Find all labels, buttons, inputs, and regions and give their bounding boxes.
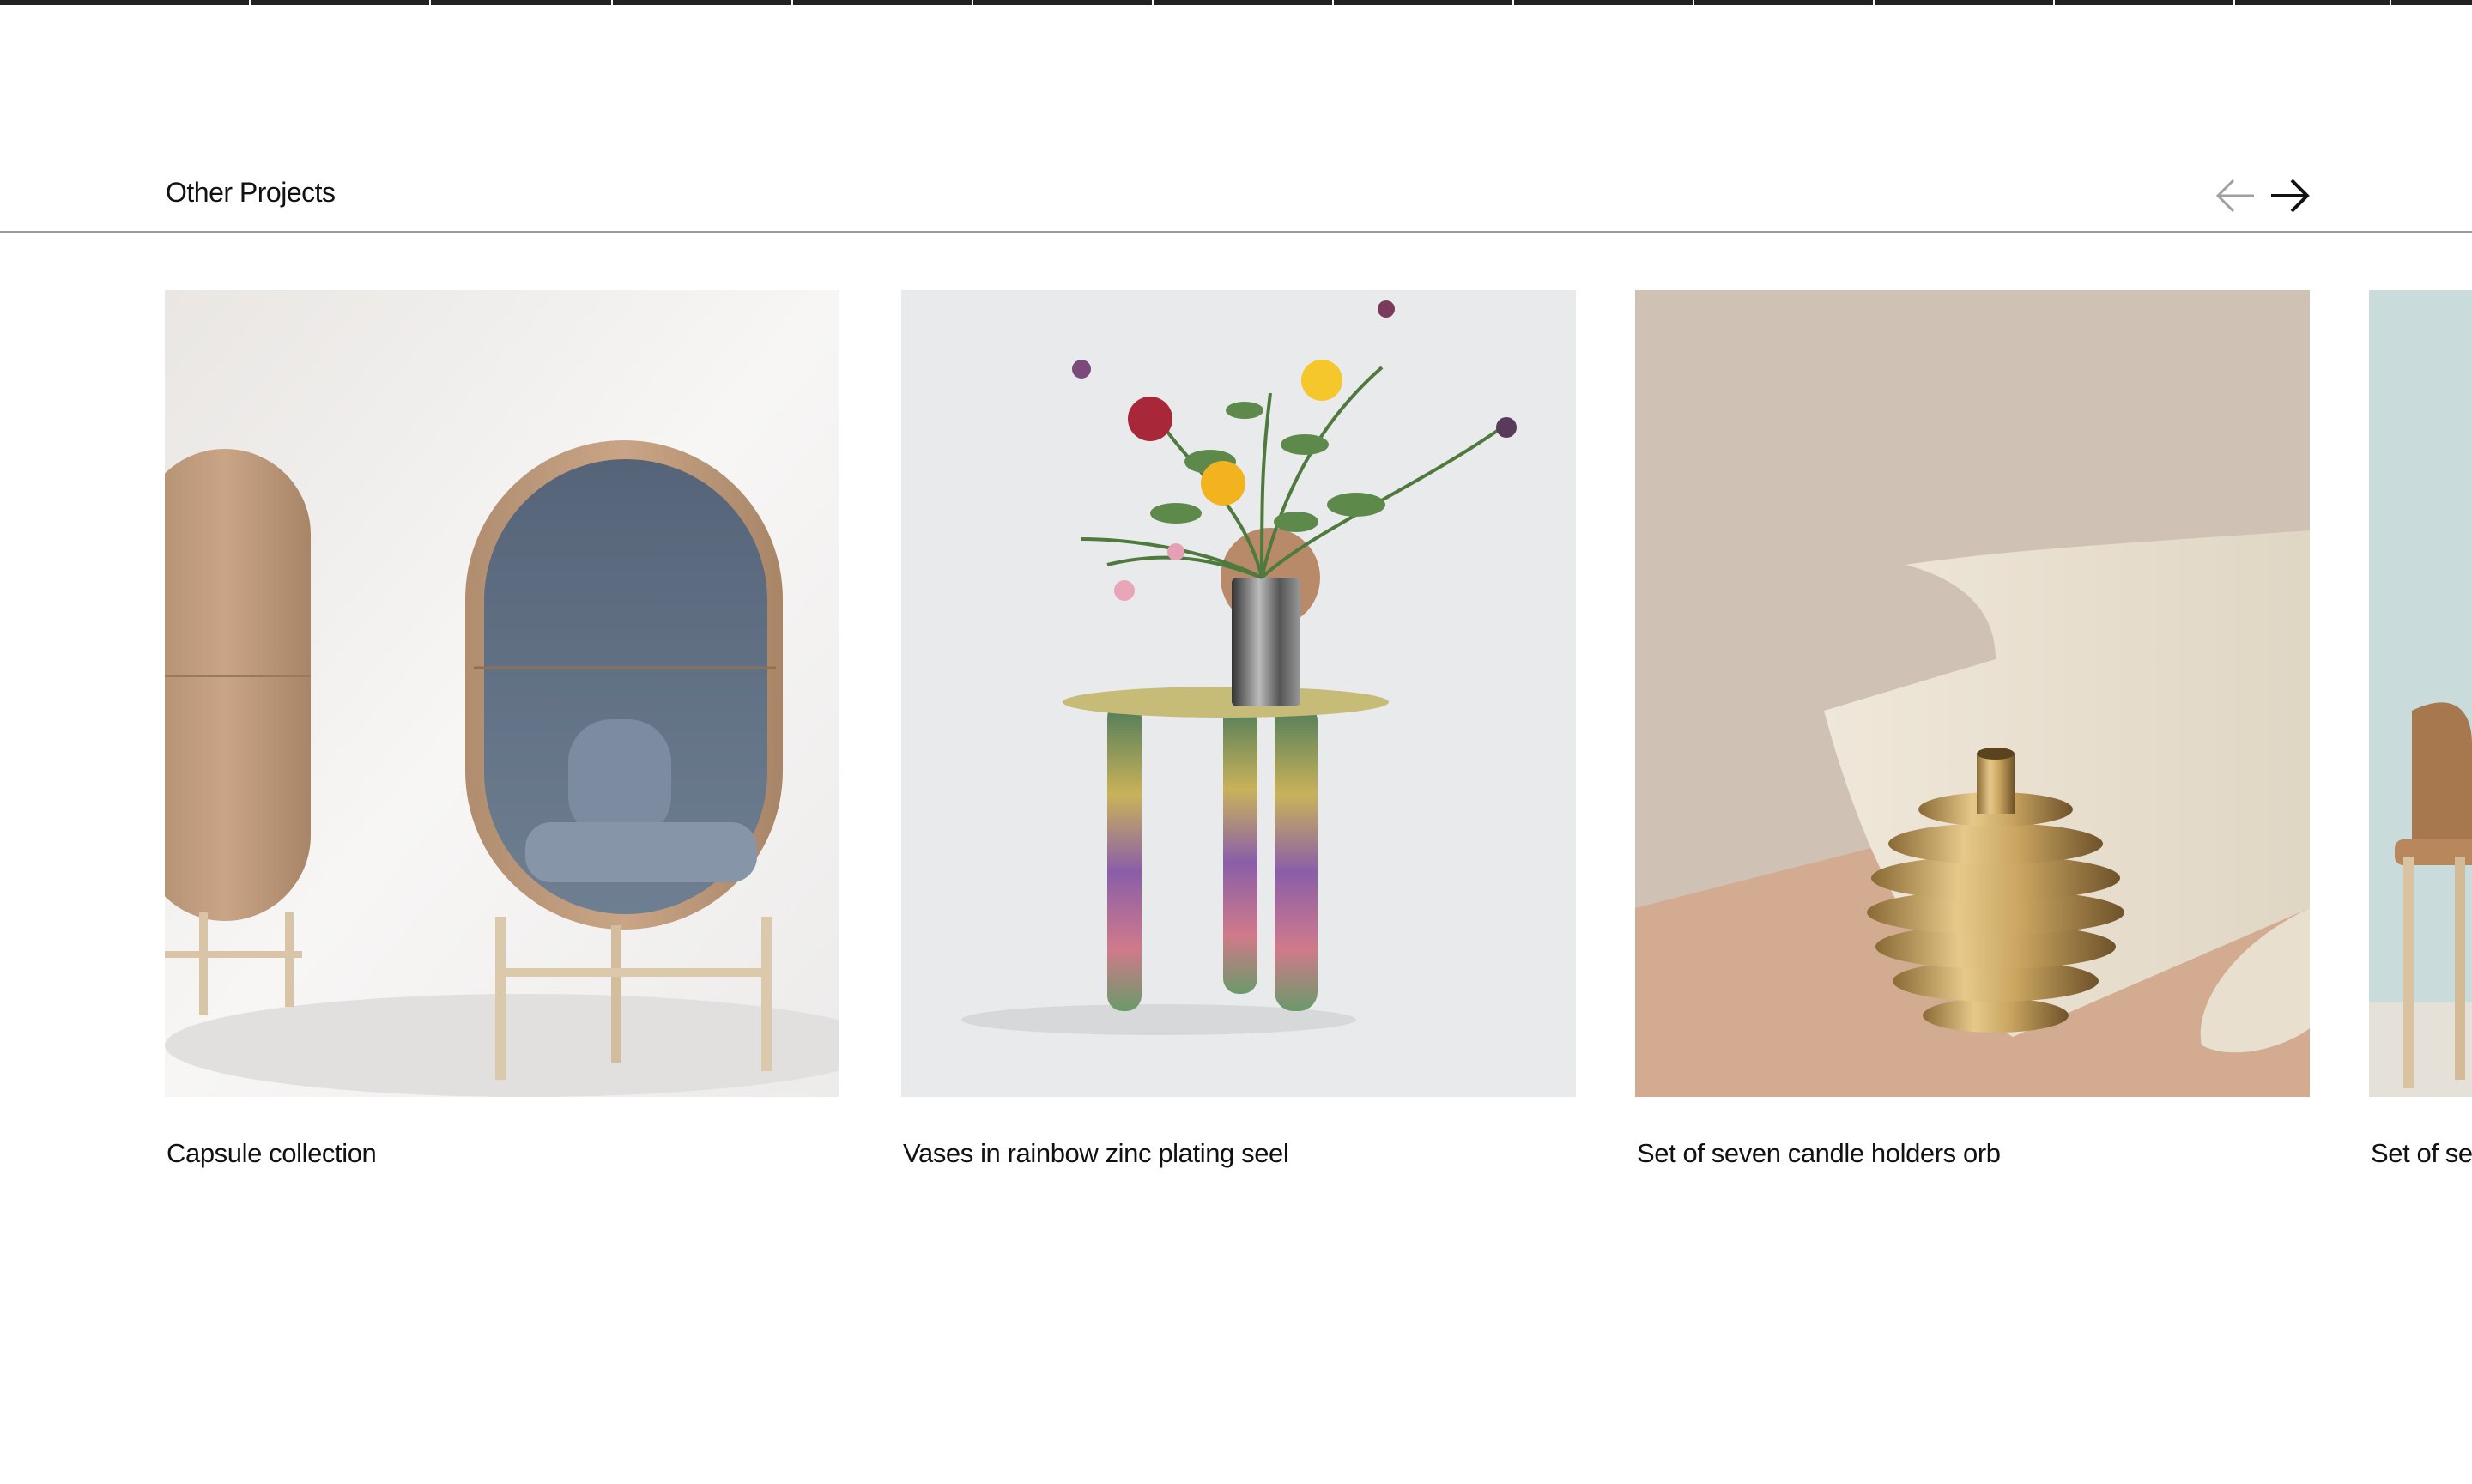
carousel-next-button[interactable] [2266,172,2314,220]
project-card-partial[interactable]: Set of sev [2369,290,2472,1168]
strip-divider [249,0,251,5]
strip-divider [1693,0,1694,5]
project-title[interactable]: Capsule collection [167,1138,377,1169]
arrow-left-icon [2215,179,2254,213]
strip-divider [972,0,973,5]
strip-divider [791,0,793,5]
strip-divider [1152,0,1154,5]
project-title[interactable]: Set of sev [2371,1138,2472,1169]
project-image-brass-orb[interactable] [1635,290,2310,1097]
carousel-prev-button[interactable] [2211,172,2259,220]
strip-divider [1332,0,1334,5]
strip-divider [429,0,431,5]
project-card-rainbow-vase[interactable]: Vases in rainbow zinc plating seel [901,290,1576,1168]
project-title[interactable]: Set of seven candle holders orb [1637,1138,2001,1169]
strip-divider [1512,0,1514,5]
header-divider [0,231,2472,233]
project-image-wooden-chair[interactable] [2369,290,2472,1097]
arrow-right-icon [2271,179,2310,213]
strip-divider [2233,0,2235,5]
project-image-rainbow-vase-table[interactable] [901,290,1576,1097]
top-progress-strip [0,0,2472,5]
projects-carousel[interactable]: Capsule collection Vases in rainbow zinc… [0,290,2472,1234]
other-projects-header: Other Projects [0,146,2472,233]
project-card-capsule[interactable]: Capsule collection [165,290,839,1168]
project-card-candle-holders[interactable]: Set of seven candle holders orb [1635,290,2310,1168]
strip-divider [1873,0,1875,5]
strip-divider [2053,0,2055,5]
project-title[interactable]: Vases in rainbow zinc plating seel [903,1138,1289,1169]
strip-divider [2390,0,2391,5]
project-image-capsule-chairs[interactable] [165,290,839,1097]
strip-divider [611,0,613,5]
section-title: Other Projects [166,177,336,208]
